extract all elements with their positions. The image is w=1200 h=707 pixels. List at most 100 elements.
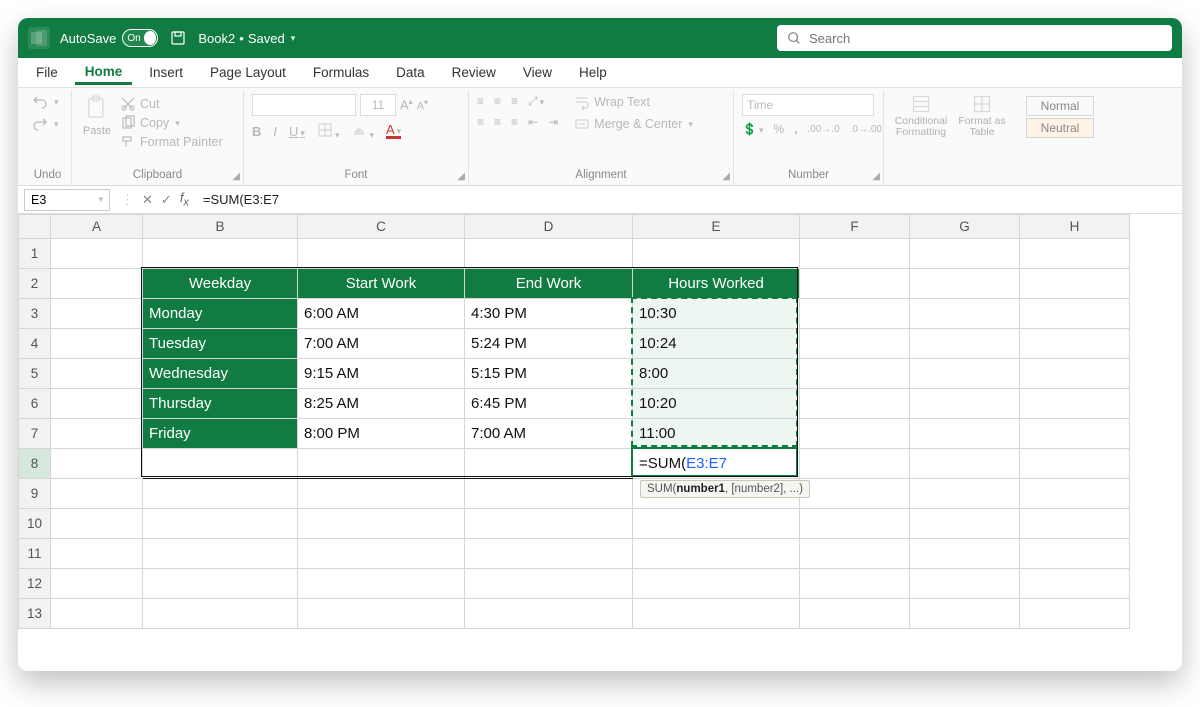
cell-F5[interactable] xyxy=(800,359,910,389)
cell-B1[interactable] xyxy=(143,239,298,269)
cell-A11[interactable] xyxy=(51,539,143,569)
cell-H13[interactable] xyxy=(1020,599,1130,629)
tab-pagelayout[interactable]: Page Layout xyxy=(200,61,296,84)
cell-A8[interactable] xyxy=(51,449,143,479)
number-format-combo[interactable] xyxy=(742,94,874,116)
cell-H7[interactable] xyxy=(1020,419,1130,449)
cell-B8[interactable] xyxy=(143,449,298,479)
cell-C11[interactable] xyxy=(298,539,465,569)
increase-font-icon[interactable]: A▴ xyxy=(400,97,413,112)
cell-E10[interactable] xyxy=(633,509,800,539)
row-header-10[interactable]: 10 xyxy=(19,509,51,539)
cell-G5[interactable] xyxy=(910,359,1020,389)
row-header-13[interactable]: 13 xyxy=(19,599,51,629)
cell-B9[interactable] xyxy=(143,479,298,509)
cell-E7[interactable]: 11:00 xyxy=(633,419,800,449)
col-header-B[interactable]: B xyxy=(143,215,298,239)
formula-input[interactable]: =SUM(E3:E7 xyxy=(197,192,1182,207)
number-dialog-launcher[interactable]: ◢ xyxy=(872,171,880,182)
row-header-11[interactable]: 11 xyxy=(19,539,51,569)
cell-D10[interactable] xyxy=(465,509,633,539)
cell-H4[interactable] xyxy=(1020,329,1130,359)
clipboard-dialog-launcher[interactable]: ◢ xyxy=(232,171,240,182)
cell-D13[interactable] xyxy=(465,599,633,629)
tab-help[interactable]: Help xyxy=(569,61,617,84)
cell-B3[interactable]: Monday xyxy=(143,299,298,329)
cell-C13[interactable] xyxy=(298,599,465,629)
row-header-6[interactable]: 6 xyxy=(19,389,51,419)
cell-H3[interactable] xyxy=(1020,299,1130,329)
orientation-icon[interactable]: ⤢▾ xyxy=(528,94,544,109)
underline-button[interactable]: U▾ xyxy=(289,124,305,139)
cell-F13[interactable] xyxy=(800,599,910,629)
cell-B6[interactable]: Thursday xyxy=(143,389,298,419)
cell-F2[interactable] xyxy=(800,269,910,299)
cell-B4[interactable]: Tuesday xyxy=(143,329,298,359)
tab-data[interactable]: Data xyxy=(386,61,435,84)
row-header-1[interactable]: 1 xyxy=(19,239,51,269)
cell-D6[interactable]: 6:45 PM xyxy=(465,389,633,419)
cell-F9[interactable] xyxy=(800,479,910,509)
tab-file[interactable]: File xyxy=(26,61,68,84)
tab-home[interactable]: Home xyxy=(75,60,133,85)
row-header-4[interactable]: 4 xyxy=(19,329,51,359)
cell-style-neutral[interactable]: Neutral xyxy=(1026,118,1094,138)
cell-D7[interactable]: 7:00 AM xyxy=(465,419,633,449)
cell-B12[interactable] xyxy=(143,569,298,599)
cell-F7[interactable] xyxy=(800,419,910,449)
tab-review[interactable]: Review xyxy=(442,61,506,84)
cut-button[interactable]: Cut xyxy=(120,96,159,112)
copy-button[interactable]: Copy▾ xyxy=(120,115,180,131)
col-header-E[interactable]: E xyxy=(633,215,800,239)
row-header-7[interactable]: 7 xyxy=(19,419,51,449)
cell-D2[interactable]: End Work xyxy=(465,269,633,299)
cell-F1[interactable] xyxy=(800,239,910,269)
cell-E6[interactable]: 10:20 xyxy=(633,389,800,419)
increase-indent-icon[interactable]: ⇥ xyxy=(548,115,558,129)
save-icon[interactable] xyxy=(168,28,188,48)
cell-A13[interactable] xyxy=(51,599,143,629)
cell-G4[interactable] xyxy=(910,329,1020,359)
row-header-12[interactable]: 12 xyxy=(19,569,51,599)
cell-A9[interactable] xyxy=(51,479,143,509)
align-top-icon[interactable]: ≡ xyxy=(477,94,484,109)
align-middle-icon[interactable]: ≡ xyxy=(494,94,501,109)
select-all-corner[interactable] xyxy=(19,215,51,239)
row-header-5[interactable]: 5 xyxy=(19,359,51,389)
cell-A7[interactable] xyxy=(51,419,143,449)
cell-F4[interactable] xyxy=(800,329,910,359)
cell-D4[interactable]: 5:24 PM xyxy=(465,329,633,359)
alignment-dialog-launcher[interactable]: ◢ xyxy=(722,171,730,182)
cell-G9[interactable] xyxy=(910,479,1020,509)
document-title[interactable]: Book2 • Saved ▾ xyxy=(198,31,295,46)
col-header-F[interactable]: F xyxy=(800,215,910,239)
cell-G3[interactable] xyxy=(910,299,1020,329)
decrease-decimal-icon[interactable]: .0→.00 xyxy=(850,124,882,135)
cell-B5[interactable]: Wednesday xyxy=(143,359,298,389)
accounting-format-icon[interactable]: 💲▾ xyxy=(742,122,763,136)
cell-D8[interactable] xyxy=(465,449,633,479)
undo-button[interactable]: ▾ xyxy=(32,94,59,110)
cell-E4[interactable]: 10:24 xyxy=(633,329,800,359)
row-header-9[interactable]: 9 xyxy=(19,479,51,509)
cell-G2[interactable] xyxy=(910,269,1020,299)
cell-C4[interactable]: 7:00 AM xyxy=(298,329,465,359)
cell-E13[interactable] xyxy=(633,599,800,629)
cell-F12[interactable] xyxy=(800,569,910,599)
cell-G11[interactable] xyxy=(910,539,1020,569)
cell-C3[interactable]: 6:00 AM xyxy=(298,299,465,329)
cell-F3[interactable] xyxy=(800,299,910,329)
bold-button[interactable]: B xyxy=(252,124,261,139)
cell-C1[interactable] xyxy=(298,239,465,269)
cell-style-normal[interactable]: Normal xyxy=(1026,96,1094,116)
cell-D1[interactable] xyxy=(465,239,633,269)
decrease-font-icon[interactable]: A▾ xyxy=(417,98,428,113)
cell-D5[interactable]: 5:15 PM xyxy=(465,359,633,389)
cell-B13[interactable] xyxy=(143,599,298,629)
cell-F6[interactable] xyxy=(800,389,910,419)
cell-E11[interactable] xyxy=(633,539,800,569)
cell-B11[interactable] xyxy=(143,539,298,569)
cell-G1[interactable] xyxy=(910,239,1020,269)
enter-formula-icon[interactable]: ✓ xyxy=(161,192,172,208)
cell-D9[interactable] xyxy=(465,479,633,509)
